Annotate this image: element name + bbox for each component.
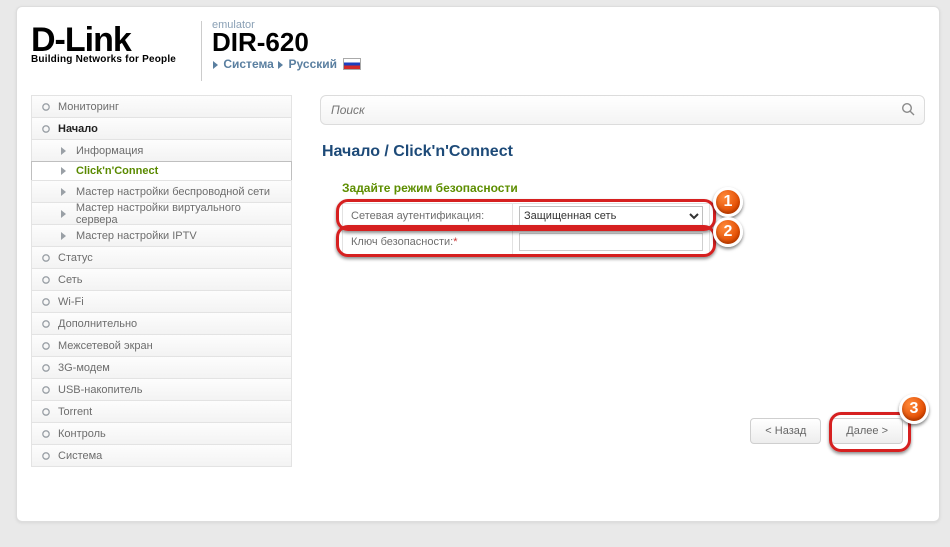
sidebar-item-label: Дополнительно — [58, 318, 137, 330]
sidebar-item-label: Информация — [76, 145, 143, 157]
section-title: Задайте режим безопасности — [342, 181, 925, 195]
sidebar-item-label: Мастер настройки виртуального сервера — [76, 202, 283, 226]
bullet-icon — [40, 101, 52, 113]
sidebar-item-label: 3G-модем — [58, 362, 110, 374]
row-auth: Сетевая аутентификация: Защищенная сеть — [342, 203, 710, 229]
sidebar-subitem[interactable]: Мастер настройки IPTV — [31, 224, 292, 247]
sidebar-item[interactable]: USB-накопитель — [31, 378, 292, 401]
chevron-right-icon — [212, 57, 220, 71]
key-input[interactable] — [519, 233, 703, 251]
auth-select[interactable]: Защищенная сеть — [519, 206, 703, 226]
chevron-right-icon — [277, 57, 285, 71]
sidebar-item-label: Контроль — [58, 428, 106, 440]
sidebar-item-label: Начало — [58, 123, 98, 135]
sidebar-item[interactable]: 3G-модем — [31, 356, 292, 379]
bullet-icon — [40, 362, 52, 374]
auth-label: Сетевая аутентификация: — [342, 203, 512, 229]
sidebar-item[interactable]: Начало — [31, 117, 292, 140]
sidebar-item[interactable]: Контроль — [31, 422, 292, 445]
security-form: Сетевая аутентификация: Защищенная сеть … — [342, 203, 710, 255]
flag-ru-icon — [343, 58, 361, 70]
search-icon — [900, 101, 916, 120]
sidebar-item-label: Межсетевой экран — [58, 340, 153, 352]
bullet-icon — [40, 123, 52, 135]
sidebar-item-label: Статус — [58, 252, 93, 264]
bullet-icon — [40, 296, 52, 308]
sidebar-item-label: Torrent — [58, 406, 92, 418]
brand-name: D-Link — [31, 25, 191, 56]
sidebar-item-label: Система — [58, 450, 102, 462]
chevron-right-icon — [58, 230, 70, 242]
device-model: DIR-620 — [212, 29, 361, 55]
key-label: Ключ безопасности: — [351, 236, 453, 248]
sidebar: Мониторинг Начало Информация Click'n'Connec… — [31, 95, 292, 466]
search-input[interactable] — [331, 103, 900, 117]
breadcrumb-language[interactable]: Русский — [289, 57, 338, 71]
chevron-right-icon — [58, 145, 70, 157]
sidebar-item[interactable]: Дополнительно — [31, 312, 292, 335]
sidebar-item[interactable]: Torrent — [31, 400, 292, 423]
main-panel: Начало / Click'n'Connect Задайте режим б… — [320, 95, 925, 466]
sidebar-item-label: Сеть — [58, 274, 82, 286]
sidebar-subitem[interactable]: Информация — [31, 139, 292, 162]
sidebar-subitem[interactable]: Click'n'Connect — [31, 161, 292, 181]
bullet-icon — [40, 428, 52, 440]
sidebar-item-label: USB-накопитель — [58, 384, 142, 396]
bullet-icon — [40, 406, 52, 418]
bullet-icon — [40, 384, 52, 396]
chevron-right-icon — [58, 165, 70, 177]
bullet-icon — [40, 450, 52, 462]
brand-logo: D-Link Building Networks for People — [31, 15, 191, 65]
sidebar-subitem[interactable]: Мастер настройки беспроводной сети — [31, 180, 292, 203]
bullet-icon — [40, 274, 52, 286]
back-button[interactable]: < Назад — [750, 418, 821, 444]
sidebar-item[interactable]: Сеть — [31, 268, 292, 291]
sidebar-item-label: Wi-Fi — [58, 296, 84, 308]
chevron-right-icon — [58, 208, 70, 220]
sidebar-item[interactable]: Межсетевой экран — [31, 334, 292, 357]
annotation-badge-2: 2 — [713, 217, 743, 247]
sidebar-item[interactable]: Статус — [31, 246, 292, 269]
sidebar-item-label: Мастер настройки IPTV — [76, 230, 197, 242]
sidebar-item-label: Мастер настройки беспроводной сети — [76, 186, 270, 198]
required-asterisk: * — [453, 236, 457, 248]
row-key: Ключ безопасности:* — [342, 229, 710, 255]
bullet-icon — [40, 252, 52, 264]
page-breadcrumb: Начало / Click'n'Connect — [322, 143, 925, 161]
bullet-icon — [40, 340, 52, 352]
sidebar-item[interactable]: Wi-Fi — [31, 290, 292, 313]
breadcrumb-system[interactable]: Система — [223, 57, 274, 71]
next-button[interactable]: Далее > — [831, 418, 903, 444]
search-box[interactable] — [320, 95, 925, 125]
annotation-badge-3: 3 — [899, 394, 929, 424]
sidebar-item[interactable]: Система — [31, 444, 292, 467]
header-divider — [201, 21, 202, 81]
bullet-icon — [40, 318, 52, 330]
sidebar-subitem[interactable]: Мастер настройки виртуального сервера — [31, 202, 292, 225]
sidebar-item-label: Click'n'Connect — [76, 165, 158, 177]
sidebar-item[interactable]: Мониторинг — [31, 95, 292, 118]
brand-tagline: Building Networks for People — [31, 54, 191, 65]
sidebar-item-label: Мониторинг — [58, 101, 119, 113]
chevron-right-icon — [58, 186, 70, 198]
